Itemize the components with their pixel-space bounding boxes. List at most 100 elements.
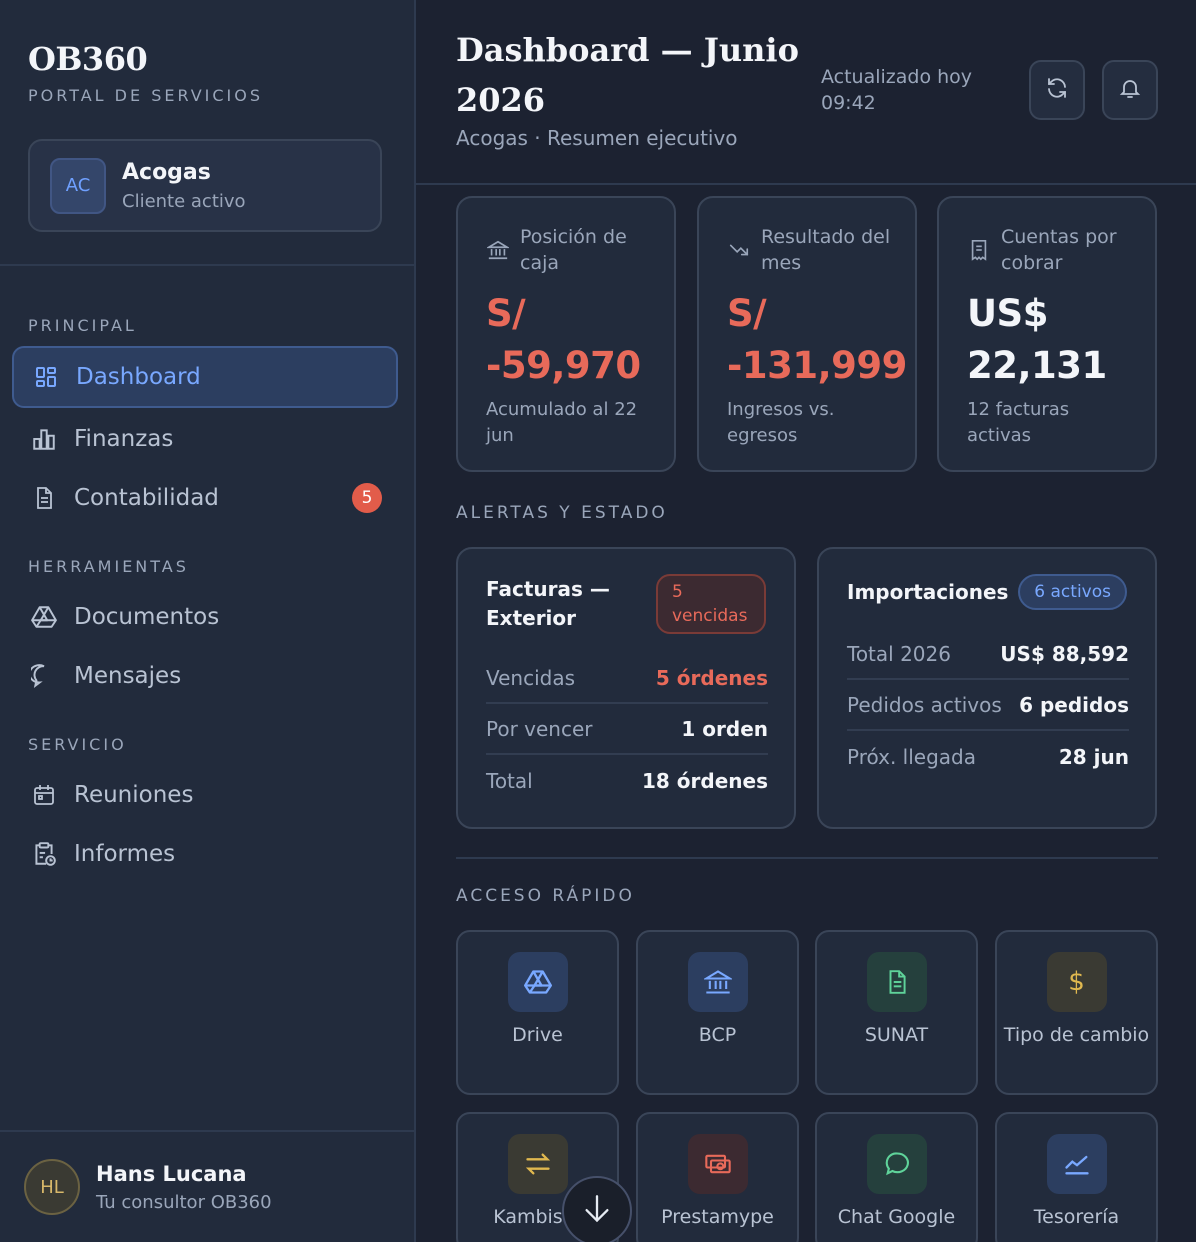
nav-section-herramientas: HERRAMIENTAS	[28, 557, 189, 576]
kpi-header: Cuentas por cobrar	[967, 224, 1131, 276]
chat-icon	[30, 662, 58, 690]
report-icon	[30, 840, 58, 868]
kpi-label: Posición de caja	[520, 226, 627, 274]
table-row: Pedidos activos 6 pedidos	[847, 680, 1129, 731]
kpi-header: Resultado del mes	[727, 224, 891, 276]
row-value: US$ 88,592	[1000, 641, 1129, 666]
client-selector[interactable]: AC Acogas Cliente activo	[28, 139, 382, 232]
notifications-button[interactable]	[1102, 60, 1158, 120]
dollar-icon: $	[1046, 952, 1107, 1012]
app-root: OB360 PORTAL DE SERVICIOS AC Acogas Clie…	[0, 0, 1196, 1242]
kpi-label: Resultado del mes	[761, 226, 891, 274]
kpi-card-caja[interactable]: Posición de caja S/ -59,970 Acumulado al…	[456, 196, 676, 472]
avatar: HL	[24, 1159, 80, 1215]
sidebar-item-label: Reuniones	[74, 782, 194, 808]
scroll-down-button[interactable]	[562, 1176, 632, 1242]
trend-down-icon	[727, 238, 751, 262]
quick-link-chat-google[interactable]: Chat Google	[815, 1112, 978, 1242]
sidebar-item-contabilidad[interactable]: Contabilidad 5	[12, 467, 398, 529]
drive-icon	[30, 603, 58, 631]
sidebar-item-label: Informes	[74, 841, 176, 867]
tile-label: Drive	[512, 1024, 563, 1046]
tile-label: Prestamype	[661, 1206, 774, 1228]
bank-icon	[486, 238, 510, 262]
quick-link-sunat[interactable]: SUNAT	[815, 930, 978, 1095]
kpi-value: S/ -59,970	[486, 292, 641, 387]
kpi-note: Ingresos vs. egresos	[727, 399, 835, 446]
kpi-note: Acumulado al 22 jun	[486, 399, 638, 446]
chat-icon	[866, 1134, 927, 1194]
row-label: Pedidos activos	[847, 692, 1002, 717]
card-title: Importaciones	[847, 580, 1009, 604]
bell-icon	[1118, 76, 1142, 104]
row-value: 18 órdenes	[642, 768, 768, 793]
sidebar: OB360 PORTAL DE SERVICIOS AC Acogas Clie…	[0, 0, 416, 1242]
user-role: Tu consultor OB360	[96, 1191, 272, 1213]
section-heading-alertas: ALERTAS Y ESTADO	[456, 503, 668, 523]
refresh-button[interactable]	[1029, 60, 1085, 120]
document-icon	[866, 952, 927, 1012]
table-row: Por vencer 1 orden	[486, 704, 768, 755]
calendar-icon	[30, 781, 58, 809]
trend-up-icon	[1046, 1134, 1107, 1194]
kpi-value: S/ -131,999	[727, 292, 907, 387]
kpi-card-resultado[interactable]: Resultado del mes S/ -131,999 Ingresos v…	[697, 196, 917, 472]
quick-link-drive[interactable]: Drive	[456, 930, 619, 1095]
kpi-header: Posición de caja	[486, 224, 650, 276]
notification-badge: 5	[352, 483, 382, 513]
brand-subtitle: PORTAL DE SERVICIOS	[28, 86, 263, 105]
quick-link-bcp[interactable]: BCP	[636, 930, 799, 1095]
sidebar-item-finanzas[interactable]: Finanzas	[12, 408, 398, 470]
tile-label: Chat Google	[837, 1206, 956, 1228]
user-name: Hans Lucana	[96, 1161, 247, 1186]
status-badge: 5 vencidas	[656, 574, 766, 634]
client-name: Acogas	[122, 159, 211, 185]
exchange-icon	[507, 1134, 568, 1194]
bar-chart-icon	[30, 425, 58, 453]
sidebar-item-reuniones[interactable]: Reuniones	[12, 764, 398, 826]
row-value: 6 pedidos	[1019, 692, 1129, 717]
nav-section-principal: PRINCIPAL	[28, 316, 137, 335]
refresh-icon	[1045, 76, 1069, 104]
table-row: Total 18 órdenes	[486, 755, 768, 806]
dashboard-icon	[32, 363, 60, 391]
tile-label: Tesorería	[1033, 1206, 1120, 1228]
document-icon	[30, 484, 58, 512]
quick-link-tesoreria[interactable]: Tesorería	[995, 1112, 1158, 1242]
money-icon	[687, 1134, 748, 1194]
status-badge: 6 activos	[1018, 574, 1127, 610]
kpi-note: 12 facturas activas	[967, 399, 1070, 446]
quick-link-tipo-cambio[interactable]: $ Tipo de cambio	[995, 930, 1158, 1095]
user-info: Hans Lucana Tu consultor OB360	[96, 1162, 272, 1213]
brand: OB360 PORTAL DE SERVICIOS	[0, 0, 414, 105]
bank-icon	[687, 952, 748, 1012]
tile-label: SUNAT	[864, 1024, 929, 1046]
tile-label: Tipo de cambio	[1003, 1024, 1150, 1046]
importaciones-card[interactable]: Importaciones 6 activos Total 2026 US$ 8…	[817, 547, 1157, 829]
section-divider	[456, 857, 1158, 859]
row-value: 5 órdenes	[655, 665, 768, 690]
table-row: Vencidas 5 órdenes	[486, 653, 768, 704]
quick-link-prestamype[interactable]: Prestamype	[636, 1112, 799, 1242]
facturas-card[interactable]: Facturas — Exterior 5 vencidas Vencidas …	[456, 547, 796, 829]
row-label: Próx. llegada	[847, 744, 976, 769]
client-info: Acogas Cliente activo	[122, 160, 246, 212]
sidebar-item-informes[interactable]: Informes	[12, 823, 398, 885]
sidebar-item-label: Finanzas	[74, 426, 174, 452]
sidebar-item-documentos[interactable]: Documentos	[12, 586, 398, 648]
kpi-card-cuentas[interactable]: Cuentas por cobrar US$ 22,131 12 factura…	[937, 196, 1157, 472]
sidebar-item-dashboard[interactable]: Dashboard	[12, 346, 398, 408]
client-avatar: AC	[50, 157, 106, 214]
card-title: Facturas — Exterior	[486, 577, 610, 630]
sidebar-item-label: Documentos	[74, 604, 220, 630]
row-label: Vencidas	[486, 665, 576, 690]
sidebar-item-label: Mensajes	[74, 663, 182, 689]
user-profile[interactable]: HL Hans Lucana Tu consultor OB360	[0, 1130, 414, 1242]
row-value: 1 orden	[681, 716, 768, 741]
sidebar-divider	[0, 264, 414, 266]
sidebar-item-mensajes[interactable]: Mensajes	[12, 645, 398, 707]
section-heading-acceso: ACCESO RÁPIDO	[456, 886, 635, 906]
row-label: Por vencer	[486, 716, 593, 741]
sidebar-item-label: Contabilidad	[74, 485, 219, 511]
last-updated: Actualizado hoy 09:42	[821, 66, 973, 114]
